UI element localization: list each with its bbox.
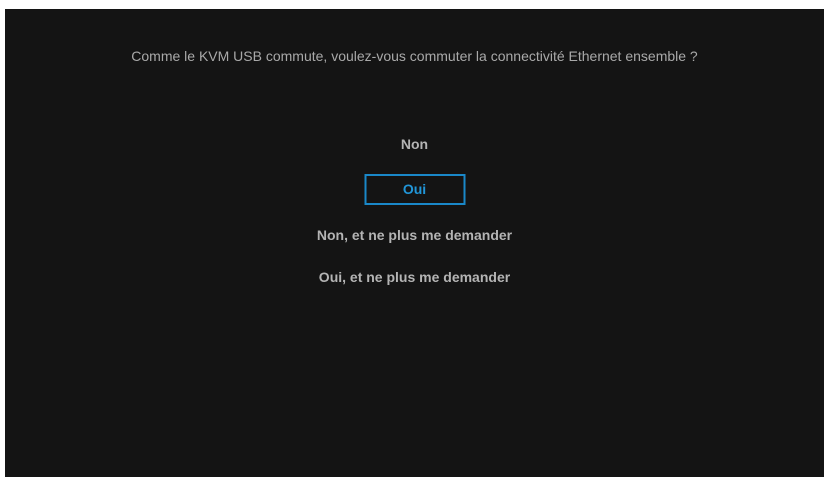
osd-dialog-screen: Comme le KVM USB commute, voulez-vous co…	[5, 9, 824, 477]
option-oui-button-selected[interactable]: Oui	[364, 174, 465, 205]
option-non-never-ask-button[interactable]: Non, et ne plus me demander	[317, 227, 512, 243]
option-non-button[interactable]: Non	[401, 136, 428, 152]
dialog-question: Comme le KVM USB commute, voulez-vous co…	[131, 48, 698, 64]
option-oui-never-ask-button[interactable]: Oui, et ne plus me demander	[319, 269, 510, 285]
